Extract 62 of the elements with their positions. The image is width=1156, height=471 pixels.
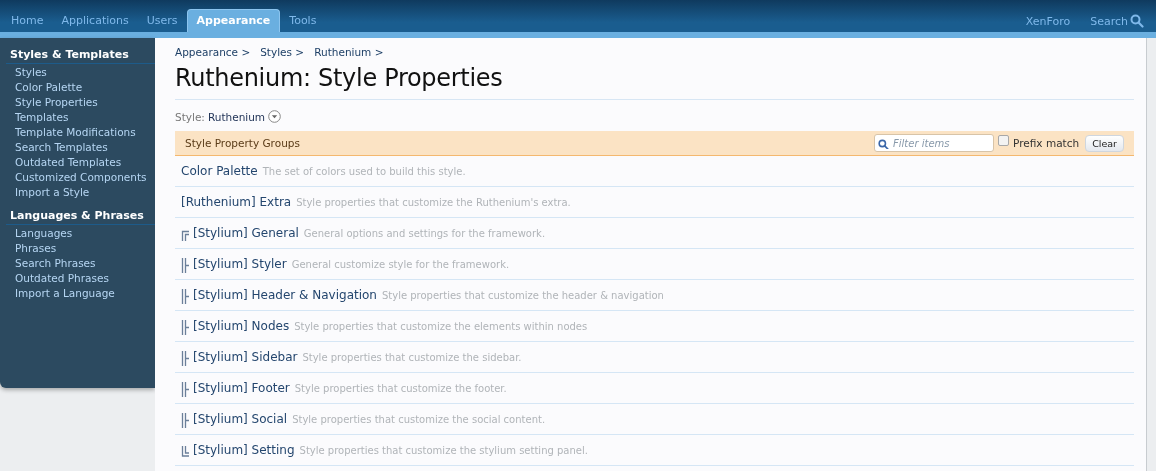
group-description: Style properties that customize the social content. [292, 413, 546, 425]
nav-tab[interactable]: Home [2, 10, 53, 32]
tree-connector-icon [181, 445, 190, 458]
sidebar-link[interactable]: Languages [0, 226, 73, 241]
group-link[interactable]: [Stylium] Styler [193, 257, 287, 271]
sidebar-link[interactable]: Import a Language [0, 286, 115, 301]
nav-tab[interactable]: Applications [52, 10, 138, 32]
tree-connector-icon [181, 320, 190, 335]
prefix-checkbox[interactable] [998, 135, 1010, 146]
dropdown-icon[interactable] [268, 110, 282, 123]
sidebar-link[interactable]: Template Modifications [0, 125, 136, 140]
filter-field[interactable]: Filter items [874, 134, 995, 152]
header-link[interactable]: Search [1080, 10, 1154, 32]
groups-heading: Style Property Groups [185, 137, 301, 149]
tree-connector-icon [181, 228, 190, 241]
sidebar-link[interactable]: Customized Components [0, 170, 147, 185]
tree-connector-icon [181, 258, 190, 273]
style-label: Style: [175, 110, 205, 123]
group-description: General customize style for the framework. [291, 258, 510, 270]
header-link[interactable]: XenForo [1015, 10, 1081, 32]
group-description: General options and settings for the framework. [303, 227, 546, 239]
nav-tab[interactable]: Tools [280, 10, 326, 32]
sidebar-link[interactable]: Style Properties [0, 95, 98, 110]
group-link[interactable]: [Ruthenium] Extra [181, 195, 292, 209]
group-link[interactable]: [Stylium] Social [193, 412, 288, 426]
tree-connector-icon [181, 289, 190, 304]
group-link[interactable]: [Stylium] General [193, 226, 299, 240]
search-icon [1130, 14, 1144, 28]
prefix-match-label: Prefix match [1013, 137, 1080, 149]
tree-connector-icon [181, 382, 190, 397]
sidebar-link[interactable]: Import a Style [0, 185, 90, 200]
breadcrumb-link[interactable]: Ruthenium > [314, 46, 384, 58]
tree-connector-icon [181, 413, 190, 428]
search-icon [878, 138, 890, 149]
breadcrumb-link[interactable]: Appearance > [175, 46, 251, 58]
group-description: Style properties that customize the stylium setting panel. [299, 444, 588, 456]
nav-tab[interactable]: Users [137, 10, 187, 32]
group-description: Style properties that customize the sidebar. [302, 351, 522, 363]
breadcrumb-link[interactable]: Styles > [260, 46, 305, 58]
page-title: Ruthenium: Style Properties [175, 64, 1134, 100]
sidebar-link[interactable]: Outdated Templates [0, 155, 122, 170]
sidebar-link[interactable]: Search Phrases [0, 256, 96, 271]
group-link[interactable]: [Stylium] Header & Navigation [193, 288, 377, 302]
group-description: Style properties that customize the Ruthenium's extra. [296, 196, 571, 208]
sidebar-link[interactable]: Search Templates [0, 140, 108, 155]
clear-button[interactable]: Clear [1085, 134, 1124, 152]
group-description: The set of colors used to build this style. [262, 165, 466, 177]
group-description: Style properties that customize the footer. [294, 382, 507, 394]
group-link[interactable]: [Stylium] Setting [193, 443, 295, 457]
group-description: Style properties that customize the elements within nodes [294, 320, 588, 332]
group-link[interactable]: Color Palette [181, 164, 258, 178]
tree-connector-icon [181, 351, 190, 366]
style-selector[interactable]: Ruthenium [207, 110, 266, 123]
group-link[interactable]: [Stylium] Footer [193, 381, 290, 395]
sidebar-link[interactable]: Templates [0, 110, 69, 125]
sidebar-link[interactable]: Phrases [0, 241, 57, 256]
sidebar-link[interactable]: Outdated Phrases [0, 271, 109, 286]
group-link[interactable]: [Stylium] Sidebar [193, 350, 298, 364]
sidebar-link[interactable]: Styles [0, 65, 47, 80]
sidebar-link[interactable]: Color Palette [0, 80, 83, 95]
group-description: Style properties that customize the header & navigation [381, 289, 664, 301]
group-link[interactable]: [Stylium] Nodes [193, 319, 290, 333]
